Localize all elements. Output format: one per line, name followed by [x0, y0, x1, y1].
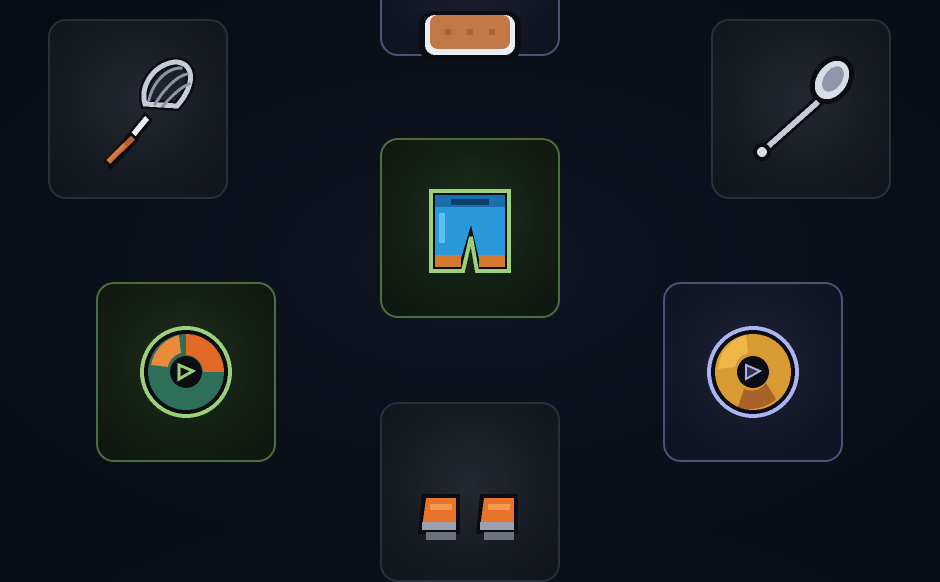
inventory-slot-pants[interactable] [380, 138, 560, 318]
inventory-slot-whisk[interactable] [48, 19, 228, 199]
inventory-slot-spoon[interactable] [711, 19, 891, 199]
ring-icon [707, 326, 799, 418]
inventory-slot-top[interactable] [380, 0, 560, 61]
inventory-slot-ring-green[interactable] [96, 282, 276, 462]
ring-icon [140, 326, 232, 418]
inventory-slot-shoes[interactable] [380, 402, 560, 582]
spoon-icon [753, 55, 855, 161]
shoes-icon [418, 494, 518, 540]
bread-icon [419, 11, 521, 61]
inventory-slot-ring-blue[interactable] [663, 282, 843, 462]
pants-icon [429, 189, 511, 273]
whisk-icon [103, 56, 196, 170]
